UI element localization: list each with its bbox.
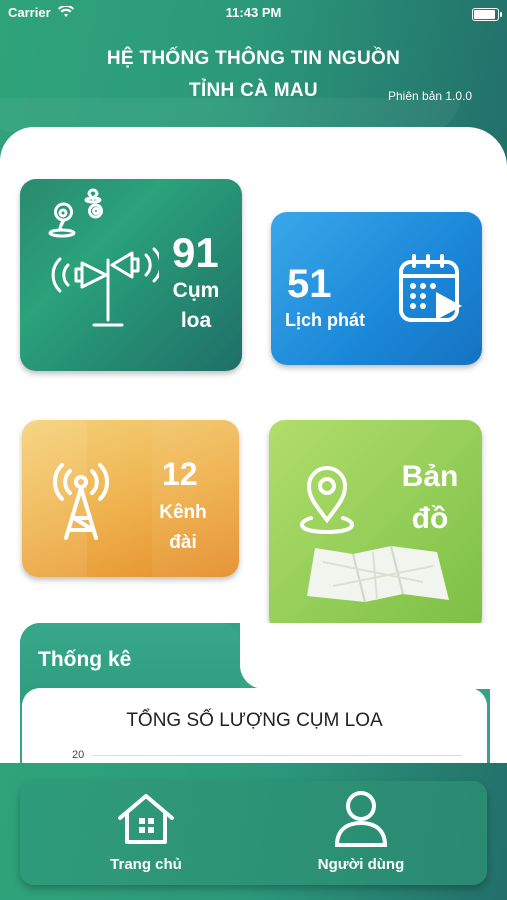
tile-ban-do[interactable]: Bản đồ [269, 420, 482, 633]
stats-card-notch [240, 623, 490, 689]
cum-loa-label-2: loa [180, 309, 212, 332]
cum-loa-count: 91 [172, 229, 219, 276]
status-time: 11:43 PM [225, 5, 282, 20]
bottom-nav [20, 781, 487, 885]
chart-title: TỔNG SỐ LƯỢNG CỤM LOA [126, 710, 383, 731]
kenh-dai-label-1: Kênh [159, 502, 207, 523]
nav-user-label: Người dùng [317, 856, 405, 873]
tile-kenh-dai[interactable]: 12 Kênh đài [22, 420, 239, 577]
lich-phat-label: Lịch phát [285, 310, 365, 330]
ban-do-label-1: Bản [401, 460, 459, 493]
lich-phat-count: 51 [287, 262, 332, 306]
kenh-dai-label-2: đài [169, 532, 197, 553]
loudspeaker-pole-icon [48, 188, 159, 327]
map-pin-icon [300, 466, 354, 535]
nav-home-label: Trang chủ [110, 856, 182, 873]
calendar-play-icon [399, 254, 462, 322]
stats-tab-title: Thống kê [38, 648, 132, 671]
folded-map-icon [307, 545, 449, 603]
tile-lich-phat[interactable]: 51 Lịch phát [271, 212, 482, 365]
nav-home-button[interactable]: Trang chủ [95, 788, 197, 880]
chart-y-tick: 20 [72, 749, 85, 761]
ban-do-label-2: đồ [411, 502, 449, 535]
chart-gridline [92, 755, 462, 756]
nav-user-button[interactable]: Người dùng [306, 788, 416, 880]
app-title-line1: HỆ THỐNG THÔNG TIN NGUỒN [106, 48, 401, 69]
version-label: Phiên bản 1.0.0 [388, 89, 473, 103]
home-icon [118, 794, 174, 844]
radio-tower-icon [52, 463, 110, 540]
user-icon [334, 791, 388, 847]
tile-cum-loa[interactable]: 91 Cụm loa [20, 179, 242, 371]
cum-loa-label-1: Cụm [172, 279, 220, 302]
kenh-dai-count: 12 [162, 456, 198, 492]
battery-icon [472, 8, 502, 21]
